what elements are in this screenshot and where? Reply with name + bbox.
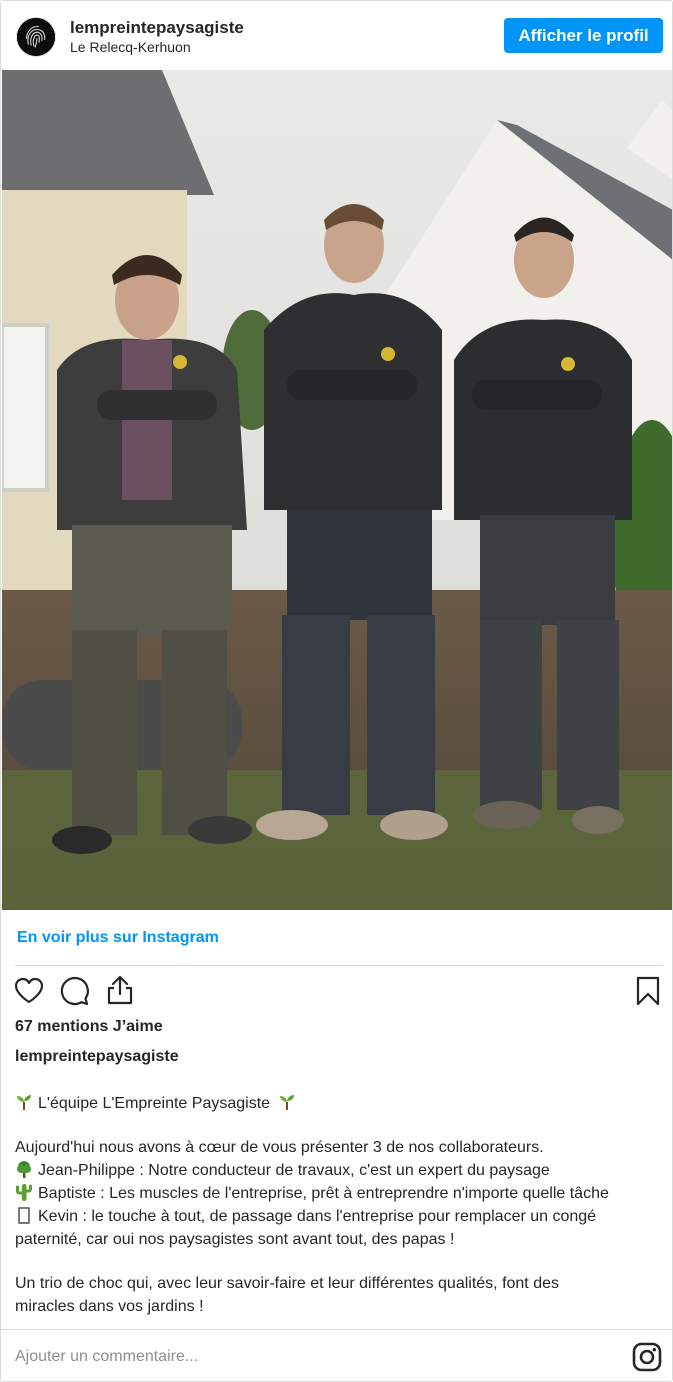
username[interactable]: lempreintepaysagiste	[70, 18, 244, 38]
share-upload-icon[interactable]	[104, 974, 136, 1006]
instagram-logo-icon[interactable]	[632, 1342, 662, 1372]
tree-icon	[15, 1160, 33, 1178]
caption-line: Un trio de choc qui, avec leur savoir-fa…	[15, 1275, 559, 1292]
caption-line: L'équipe L'Empreinte Paysagiste	[15, 1092, 665, 1115]
sprout-icon	[15, 1093, 33, 1111]
caption-line: Aujourd'hui nous avons à cœur de vous pr…	[15, 1139, 544, 1156]
caption-username[interactable]: lempreintepaysagiste	[15, 1048, 179, 1066]
fingerprint-logo-icon	[17, 18, 55, 56]
instagram-embed-card: lempreintepaysagiste Le Relecq-Kerhuon A…	[0, 0, 673, 1382]
view-more-on-instagram-link[interactable]: En voir plus sur Instagram	[17, 929, 219, 947]
sprout-icon	[278, 1093, 296, 1111]
divider	[15, 965, 663, 966]
like-heart-icon[interactable]	[13, 975, 45, 1007]
add-comment-input[interactable]	[15, 1344, 595, 1370]
location[interactable]: Le Relecq-Kerhuon	[70, 39, 191, 55]
likes-count[interactable]: 67 mentions J’aime	[15, 1018, 163, 1036]
avatar[interactable]	[16, 17, 56, 57]
caption-line: Baptiste : Les muscles de l'entreprise, …	[15, 1182, 665, 1205]
caption-line: Jean-Philippe : Notre conducteur de trav…	[15, 1159, 665, 1182]
post-header: lempreintepaysagiste Le Relecq-Kerhuon A…	[1, 1, 672, 71]
post-photo[interactable]	[2, 70, 672, 910]
comment-bar	[1, 1329, 672, 1381]
team-photo-image	[2, 70, 672, 910]
missing-glyph-icon	[15, 1206, 33, 1224]
cactus-icon	[15, 1183, 33, 1201]
caption-title-text: L'équipe L'Empreinte Paysagiste	[38, 1095, 271, 1112]
caption-line: Kevin : le touche à tout, de passage dan…	[15, 1205, 665, 1228]
caption-line: paternité, car oui nos paysagistes sont …	[15, 1231, 455, 1248]
bookmark-save-icon[interactable]	[632, 975, 664, 1007]
caption-line: miracles dans vos jardins !	[15, 1298, 204, 1315]
comment-bubble-icon[interactable]	[59, 975, 91, 1007]
view-profile-button[interactable]: Afficher le profil	[504, 18, 663, 53]
